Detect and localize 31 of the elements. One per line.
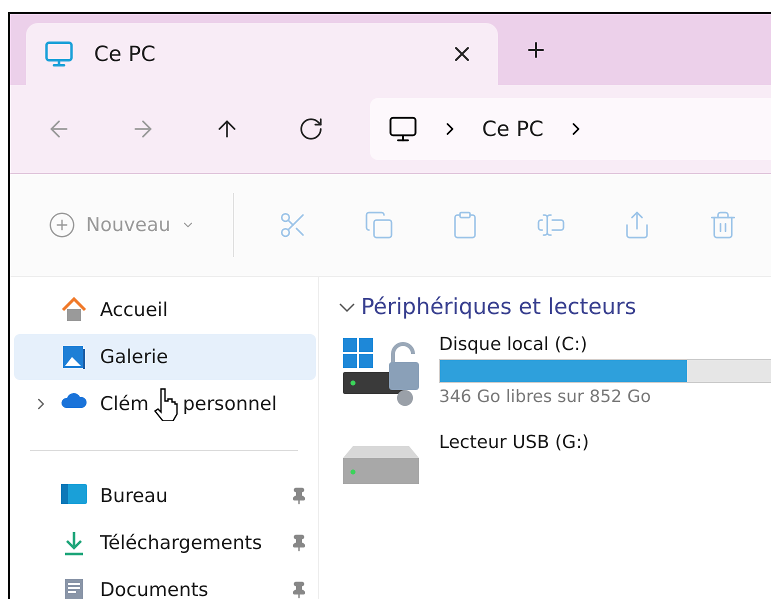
monitor-icon bbox=[44, 39, 74, 70]
sidebar-item[interactable]: Bureau bbox=[14, 473, 316, 519]
sidebar-label: Clém bbox=[100, 393, 149, 415]
sidebar-item[interactable]: Accueil bbox=[14, 287, 316, 333]
copy-icon bbox=[364, 210, 394, 240]
breadcrumb[interactable]: Ce PC bbox=[482, 117, 544, 142]
sidebar-label: Téléchargements bbox=[100, 532, 262, 554]
refresh-icon bbox=[298, 116, 324, 142]
picture-icon bbox=[60, 343, 88, 371]
plus-icon bbox=[48, 211, 76, 240]
sidebar-item[interactable]: Clém personnel bbox=[14, 381, 316, 427]
home-icon bbox=[60, 296, 88, 324]
drive-name[interactable]: Lecteur USB (G:) bbox=[439, 432, 771, 453]
sidebar-item[interactable]: Documents bbox=[14, 567, 316, 599]
address-bar[interactable]: Ce PC bbox=[370, 98, 771, 160]
tab-label: Ce PC bbox=[94, 42, 157, 66]
sidebar-label: Accueil bbox=[100, 299, 168, 321]
section-header[interactable]: Périphériques et lecteurs bbox=[339, 295, 636, 320]
tab[interactable]: Ce PC bbox=[26, 23, 498, 86]
sidebar-label: personnel bbox=[182, 393, 277, 415]
free-space-text: 346 Go libres sur 852 Go bbox=[439, 387, 652, 407]
drive-name[interactable]: Disque local (C:) bbox=[439, 334, 771, 355]
sidebar-label: Bureau bbox=[100, 485, 168, 507]
cloud-icon bbox=[60, 390, 88, 410]
hand-cursor-icon bbox=[152, 387, 179, 421]
sidebar-label: Documents bbox=[100, 579, 208, 599]
desktop-icon bbox=[60, 482, 88, 506]
sidebar-item[interactable]: Galerie bbox=[14, 334, 316, 380]
sidebar-label: Galerie bbox=[100, 346, 168, 368]
chevron-down-icon bbox=[339, 302, 355, 312]
sidebar-item[interactable]: Téléchargements bbox=[14, 520, 316, 566]
